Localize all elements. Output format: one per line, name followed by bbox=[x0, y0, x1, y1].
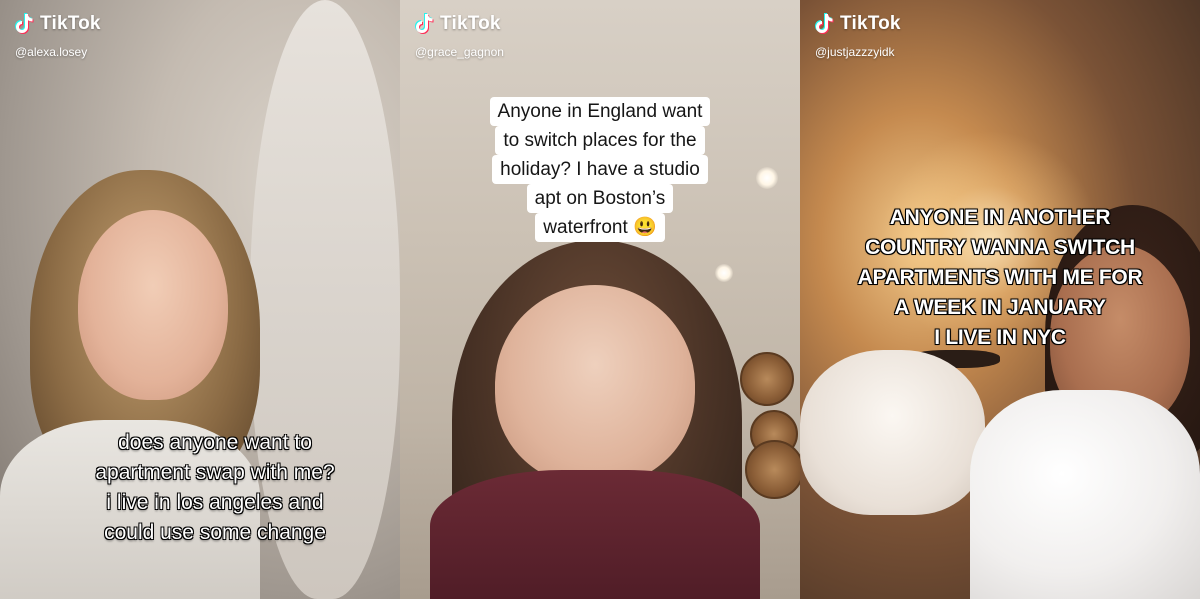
wall-basket bbox=[745, 440, 800, 499]
video-panel-1[interactable]: TikTok @alexa.losey does anyone want to … bbox=[0, 0, 400, 599]
caption-line: does anyone want to bbox=[118, 431, 312, 454]
caption-line: Anyone in England want bbox=[489, 97, 711, 126]
caption-line: I LIVE IN NYC bbox=[934, 326, 1066, 349]
caption-line: apartment swap with me? bbox=[95, 461, 335, 484]
tiktok-note-icon bbox=[415, 13, 434, 34]
tiktok-brand-name: TikTok bbox=[40, 13, 101, 34]
tiktok-collage: TikTok @alexa.losey does anyone want to … bbox=[0, 0, 1200, 599]
caption-line: ANYONE IN ANOTHER bbox=[889, 206, 1111, 229]
tiktok-brand-name: TikTok bbox=[840, 13, 901, 34]
tiktok-brand-name: TikTok bbox=[440, 13, 501, 34]
caption-line: A WEEK IN JANUARY bbox=[894, 296, 1106, 319]
video-caption: does anyone want to apartment swap with … bbox=[60, 428, 370, 548]
caption-line: holiday? I have a studio bbox=[492, 155, 708, 184]
person-face bbox=[495, 285, 695, 485]
creator-handle[interactable]: @alexa.losey bbox=[15, 45, 87, 59]
wall-basket bbox=[740, 352, 794, 406]
caption-line: apt on Boston’s bbox=[526, 184, 674, 213]
tiktok-watermark: TikTok bbox=[414, 12, 501, 36]
caption-line: COUNTRY WANNA SWITCH bbox=[865, 236, 1135, 259]
video-panel-2[interactable]: TikTok @grace_gagnon Anyone in England w… bbox=[400, 0, 800, 599]
tiktok-note-icon bbox=[815, 13, 834, 34]
creator-handle[interactable]: @grace_gagnon bbox=[415, 45, 504, 59]
tiktok-watermark: TikTok bbox=[14, 12, 101, 36]
video-caption: Anyone in England want to switch places … bbox=[470, 97, 730, 242]
person-shirt bbox=[430, 470, 760, 599]
caption-line: to switch places for the bbox=[495, 126, 705, 155]
caption-line: APARTMENTS WITH ME FOR bbox=[857, 266, 1143, 289]
video-panel-3[interactable]: TikTok @justjazzzyidk ANYONE IN ANOTHER … bbox=[800, 0, 1200, 599]
tiktok-watermark: TikTok bbox=[814, 12, 901, 36]
caption-line: could use some change bbox=[104, 521, 326, 544]
person-robe bbox=[970, 390, 1200, 599]
tiktok-note-icon bbox=[15, 13, 34, 34]
caption-line: waterfront 😃 bbox=[535, 213, 665, 242]
video-caption: ANYONE IN ANOTHER COUNTRY WANNA SWITCH A… bbox=[800, 203, 1200, 353]
caption-line: i live in los angeles and bbox=[106, 491, 324, 514]
white-armchair bbox=[800, 350, 985, 515]
person-face bbox=[78, 210, 228, 400]
ceiling-light bbox=[756, 167, 778, 189]
creator-handle[interactable]: @justjazzzyidk bbox=[815, 45, 895, 59]
ceiling-light bbox=[715, 264, 733, 282]
